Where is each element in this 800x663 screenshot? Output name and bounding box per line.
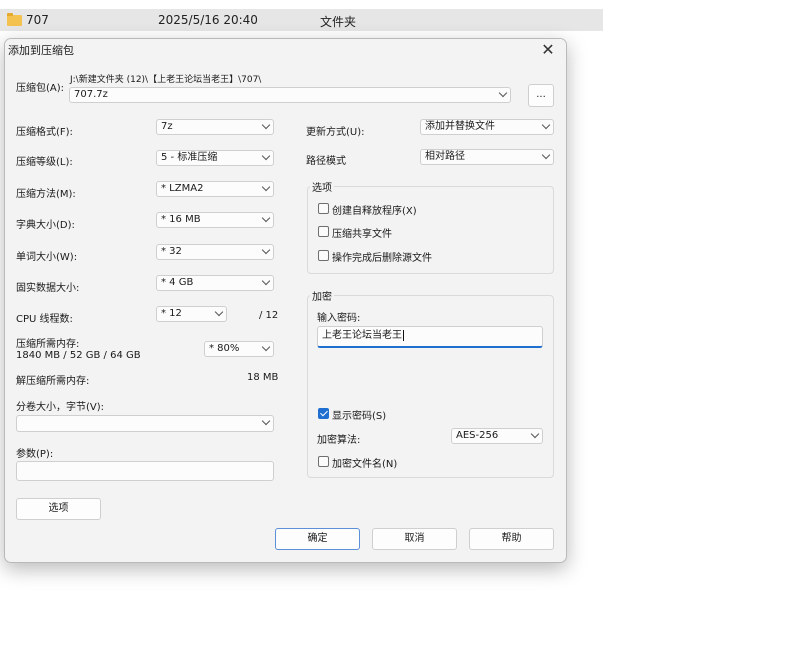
options-button[interactable]: 选项 (16, 498, 101, 520)
format-value: 7z (161, 121, 173, 132)
split-select[interactable] (16, 415, 274, 432)
text-cursor (403, 330, 404, 341)
shared-checkbox[interactable] (318, 226, 329, 237)
chevron-down-icon (541, 150, 551, 160)
file-type: 文件夹 (320, 15, 357, 29)
cpu-value: * 12 (161, 308, 182, 319)
show-password-checkbox[interactable] (318, 408, 329, 419)
chevron-down-icon (261, 416, 271, 426)
delete-checkbox[interactable] (318, 250, 329, 261)
mem-label: 压缩所需内存: (16, 339, 80, 350)
encrypt-names-checkbox[interactable] (318, 456, 329, 467)
mem-value: 1840 MB / 52 GB / 64 GB (16, 350, 141, 361)
update-select[interactable]: 添加并替换文件 (420, 119, 554, 135)
cpu-max: / 12 (259, 310, 279, 321)
update-value: 添加并替换文件 (425, 121, 495, 132)
update-label: 更新方式(U): (306, 127, 365, 138)
sfx-label: 创建自释放程序(X) (332, 206, 417, 217)
method-label: 压缩方法(M): (16, 189, 76, 200)
folder-icon (7, 13, 22, 26)
method-value: * LZMA2 (161, 183, 204, 194)
archive-name-combo[interactable]: 707.7z (69, 87, 511, 103)
archive-path: J:\新建文件夹 (12)\【上老王论坛当老王】\707\ (70, 75, 262, 85)
chevron-down-icon (261, 182, 271, 192)
chevron-down-icon (214, 307, 224, 317)
file-list-row[interactable]: 707 2025/5/16 20:40 文件夹 (0, 9, 603, 31)
chevron-down-icon (261, 342, 271, 352)
path-value: 相对路径 (425, 151, 465, 162)
show-password-label: 显示密码(S) (332, 411, 387, 422)
solid-value: * 4 GB (161, 277, 194, 288)
level-label: 压缩等级(L): (16, 157, 73, 168)
file-name: 707 (26, 13, 49, 27)
chevron-down-icon (261, 120, 271, 130)
password-input[interactable]: 上老王论坛当老王 (317, 326, 543, 348)
dict-label: 字典大小(D): (16, 220, 75, 231)
delete-label: 操作完成后删除源文件 (332, 253, 432, 264)
close-icon[interactable]: ✕ (538, 40, 558, 60)
cancel-button[interactable]: 取消 (372, 528, 457, 550)
params-input[interactable] (16, 461, 274, 481)
chevron-down-icon (261, 276, 271, 286)
chevron-down-icon (498, 88, 508, 98)
options-group-title: 选项 (310, 179, 334, 194)
dialog-title: 添加到压缩包 (8, 44, 74, 57)
sfx-checkbox[interactable] (318, 203, 329, 214)
level-select[interactable]: 5 - 标准压缩 (156, 150, 274, 166)
mem-percent-select[interactable]: * 80% (204, 341, 274, 357)
word-label: 单词大小(W): (16, 252, 78, 263)
chevron-down-icon (530, 429, 540, 439)
algorithm-select[interactable]: AES-256 (451, 428, 543, 444)
level-value: 5 - 标准压缩 (161, 152, 218, 163)
path-select[interactable]: 相对路径 (420, 149, 554, 165)
encrypt-names-label: 加密文件名(N) (332, 459, 398, 470)
solid-select[interactable]: * 4 GB (156, 275, 274, 291)
shared-label: 压缩共享文件 (332, 229, 392, 240)
format-select[interactable]: 7z (156, 119, 274, 135)
algorithm-label: 加密算法: (317, 435, 361, 446)
mem-percent-value: * 80% (209, 343, 240, 354)
decomp-label: 解压缩所需内存: (16, 376, 90, 387)
decomp-value: 18 MB (247, 372, 279, 383)
params-label: 参数(P): (16, 449, 54, 460)
chevron-down-icon (261, 245, 271, 255)
add-to-archive-dialog: 添加到压缩包 ✕ 压缩包(A): J:\新建文件夹 (12)\【上老王论坛当老王… (4, 38, 567, 563)
dict-select[interactable]: * 16 MB (156, 212, 274, 228)
encryption-group-title: 加密 (310, 288, 334, 303)
ok-button[interactable]: 确定 (275, 528, 360, 550)
format-label: 压缩格式(F): (16, 127, 73, 138)
password-label: 输入密码: (317, 313, 361, 324)
word-select[interactable]: * 32 (156, 244, 274, 260)
password-value: 上老王论坛当老王 (322, 330, 402, 341)
dialog-titlebar: 添加到压缩包 ✕ (5, 39, 566, 61)
archive-label: 压缩包(A): (16, 83, 65, 94)
browse-button[interactable]: ... (528, 84, 554, 107)
algorithm-value: AES-256 (456, 430, 499, 441)
file-date: 2025/5/16 20:40 (158, 13, 258, 27)
help-button[interactable]: 帮助 (469, 528, 554, 550)
cpu-label: CPU 线程数: (16, 314, 73, 325)
word-value: * 32 (161, 246, 182, 257)
split-label: 分卷大小，字节(V): (16, 402, 105, 413)
archive-name-value: 707.7z (74, 89, 108, 100)
chevron-down-icon (261, 151, 271, 161)
path-label: 路径模式 (306, 156, 346, 167)
cpu-select[interactable]: * 12 (156, 306, 227, 322)
chevron-down-icon (261, 213, 271, 223)
solid-label: 固实数据大小: (16, 283, 80, 294)
method-select[interactable]: * LZMA2 (156, 181, 274, 197)
chevron-down-icon (541, 120, 551, 130)
dict-value: * 16 MB (161, 214, 201, 225)
